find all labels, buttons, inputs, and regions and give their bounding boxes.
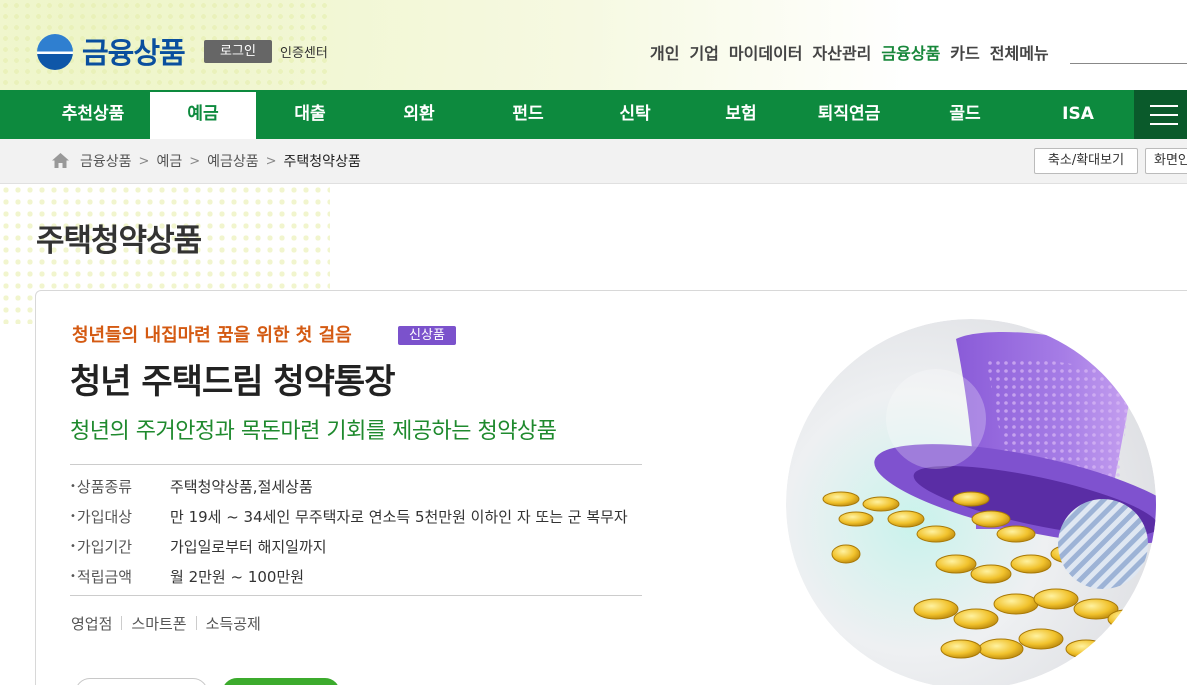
product-name[interactable]: 청년 주택드림 청약통장: [70, 354, 395, 403]
nav-gold[interactable]: 골드: [912, 90, 1018, 139]
spec-row: 적립금액 월 2만원 ~ 100만원: [70, 566, 628, 596]
product-specs: 상품종류 주택청약상품,절세상품 가입대상 만 19세 ~ 34세인 무주택자로…: [70, 476, 628, 596]
new-badge: 신상품: [398, 326, 456, 345]
spec-label: 가입기간: [70, 536, 170, 566]
chevron-right-icon: >: [189, 153, 201, 169]
spec-value: 월 2만원 ~ 100만원: [170, 568, 305, 586]
spec-row: 가입대상 만 19세 ~ 34세인 무주택자로 연소득 5천만원 이하인 자 또…: [70, 506, 628, 536]
join-button[interactable]: [222, 678, 340, 685]
site-title[interactable]: 금융상품: [82, 30, 186, 72]
hamburger-icon[interactable]: [1134, 90, 1187, 139]
spec-value: 만 19세 ~ 34세인 무주택자로 연소득 5천만원 이하인 자 또는 군 복…: [170, 508, 628, 526]
nav-recommended[interactable]: 추천상품: [40, 90, 146, 139]
product-description: 청년의 주거안정과 목돈마련 기회를 제공하는 청약상품: [70, 419, 557, 444]
page: 금융상품 로그인 인증센터 개인 기업 마이데이터 자산관리 금융상품 카드 전…: [0, 0, 1187, 685]
nav-trust[interactable]: 신탁: [582, 90, 688, 139]
tag-divider: [121, 616, 123, 630]
util-card[interactable]: 카드: [950, 40, 979, 64]
chevron-right-icon: >: [138, 153, 150, 169]
nav-fx[interactable]: 외환: [366, 90, 472, 139]
product-illustration: [786, 319, 1156, 685]
cert-center-link[interactable]: 인증센터: [280, 42, 328, 61]
nav-loan[interactable]: 대출: [257, 90, 363, 139]
spec-label: 적립금액: [70, 566, 170, 596]
spec-row: 가입기간 가입일로부터 해지일까지: [70, 536, 628, 566]
detail-button[interactable]: [75, 678, 208, 685]
channel-smartphone: 스마트폰: [131, 615, 187, 633]
chevron-right-icon: >: [265, 153, 277, 169]
spec-label: 상품종류: [70, 476, 170, 506]
breadcrumb-current: 주택청약상품: [283, 154, 361, 170]
print-button[interactable]: 화면인쇄: [1145, 148, 1187, 174]
util-business[interactable]: 기업: [689, 40, 718, 64]
divider: [70, 595, 642, 596]
login-button[interactable]: 로그인: [204, 40, 272, 63]
nav-insurance[interactable]: 보험: [688, 90, 794, 139]
channel-tags: 영업점 스마트폰 소득공제: [71, 613, 261, 634]
util-allmenu[interactable]: 전체메뉴: [990, 40, 1049, 64]
nav-deposit[interactable]: 예금: [150, 92, 256, 139]
breadcrumb-item[interactable]: 예금: [156, 151, 182, 171]
search-input[interactable]: [1070, 63, 1187, 64]
channel-tax-deduction: 소득공제: [205, 615, 261, 633]
breadcrumb-bar: 금융상품 > 예금 > 예금상품 > 주택청약상품 축소/확대보기 화면인쇄: [0, 139, 1187, 184]
main-nav: 추천상품 예금 대출 외환 펀드 신탁 보험 퇴직연금 골드 ISA: [0, 90, 1187, 139]
util-mydata[interactable]: 마이데이터: [729, 40, 803, 64]
home-icon[interactable]: [52, 153, 69, 168]
utility-menu: 개인 기업 마이데이터 자산관리 금융상품 카드 전체메뉴: [650, 40, 1049, 64]
breadcrumb-item[interactable]: 예금상품: [207, 151, 259, 171]
util-products[interactable]: 금융상품: [881, 40, 940, 64]
spec-label: 가입대상: [70, 506, 170, 536]
zoom-button[interactable]: 축소/확대보기: [1034, 148, 1138, 174]
page-title: 주택청약상품: [36, 223, 202, 259]
tag-divider: [195, 616, 197, 630]
util-personal[interactable]: 개인: [650, 40, 679, 64]
breadcrumb-item[interactable]: 금융상품: [80, 151, 132, 171]
util-asset[interactable]: 자산관리: [813, 40, 872, 64]
divider: [70, 464, 642, 465]
spec-value: 가입일로부터 해지일까지: [170, 538, 327, 556]
channel-branch: 영업점: [71, 615, 113, 633]
spec-value: 주택청약상품,절세상품: [170, 478, 313, 496]
nav-fund[interactable]: 펀드: [475, 90, 581, 139]
breadcrumb: 금융상품 > 예금 > 예금상품 > 주택청약상품: [80, 151, 361, 171]
logo-icon[interactable]: [37, 34, 73, 70]
spec-row: 상품종류 주택청약상품,절세상품: [70, 476, 628, 506]
nav-pension[interactable]: 퇴직연금: [793, 90, 905, 139]
nav-isa[interactable]: ISA: [1025, 90, 1131, 139]
product-tagline: 청년들의 내집마련 꿈을 위한 첫 걸음: [72, 325, 352, 346]
top-header: 금융상품 로그인 인증센터 개인 기업 마이데이터 자산관리 금융상품 카드 전…: [0, 0, 1187, 90]
